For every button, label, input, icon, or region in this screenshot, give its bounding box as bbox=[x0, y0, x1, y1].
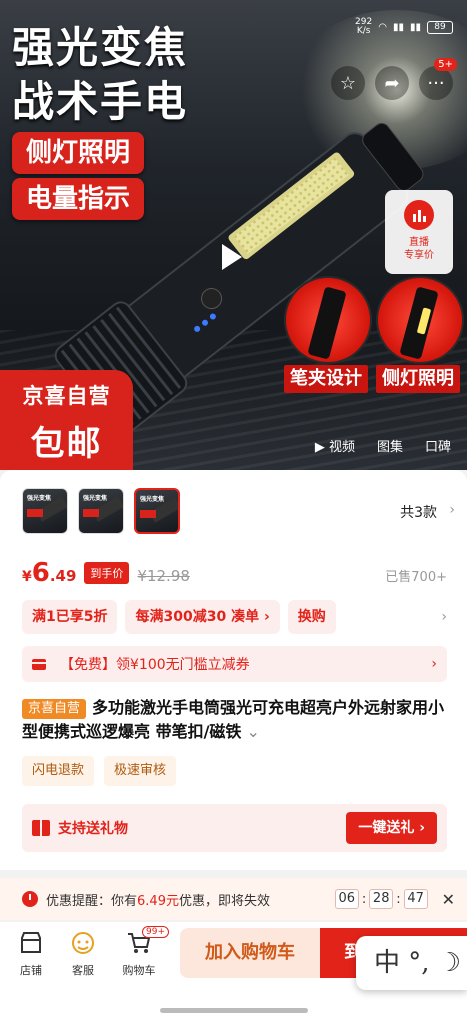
nav-store[interactable]: 店铺 bbox=[6, 930, 56, 978]
share-icon: ➦ bbox=[384, 72, 400, 94]
styles-count[interactable]: 共3款 bbox=[400, 502, 437, 522]
coupon-banner[interactable]: 【免费】领¥100无门槛立减券 › bbox=[22, 646, 447, 682]
cart-count-badge: 99+ bbox=[142, 926, 169, 938]
chevron-right-icon[interactable]: › bbox=[441, 600, 447, 634]
battery-icon: 89 bbox=[427, 20, 453, 34]
sold-count: 已售700+ bbox=[385, 570, 447, 585]
more-icon: ··· bbox=[427, 72, 445, 94]
feature-tag-battery-indicator: 电量指示 bbox=[12, 178, 145, 220]
coupon-text: 【免费】领¥100无门槛立减券 bbox=[60, 657, 250, 673]
jx-tag: 京喜自营 bbox=[22, 699, 87, 719]
promo-row: 满1已享5折 每满300减30 凑单 › 换购 › bbox=[22, 600, 447, 634]
live-price-button[interactable]: 直播 专享价 bbox=[385, 190, 453, 274]
product-info-panel: 强光变焦 强光变焦 强光变焦 共3款 › ¥6.49 到手价 ¥12.98 已售… bbox=[0, 470, 467, 870]
home-indicator[interactable] bbox=[160, 1008, 308, 1013]
detail-inset-sidelight bbox=[376, 276, 464, 364]
caption-clip: 笔夹设计 bbox=[284, 365, 368, 393]
message-badge: 5+ bbox=[434, 58, 457, 71]
variant-thumb-2[interactable]: 强光变焦 bbox=[78, 488, 124, 534]
countdown-timer: 06:28:47 bbox=[334, 889, 428, 909]
original-price: ¥12.98 bbox=[137, 567, 190, 585]
jx-self-operated-badge: 京喜自营 包邮 bbox=[0, 370, 133, 470]
chevron-right-icon: › bbox=[431, 656, 437, 672]
product-image-gallery[interactable]: 强光变焦 战术手电 侧灯照明 电量指示 292 K/s ◠ ▮▮ ▮▮ 89 ☆… bbox=[0, 0, 467, 470]
tab-video[interactable]: ▶ 视频 bbox=[315, 436, 355, 455]
expand-chevron-icon[interactable]: ⌄ bbox=[241, 722, 260, 741]
coupon-icon bbox=[32, 658, 46, 670]
live-label: 直播 bbox=[409, 237, 429, 248]
discount-reminder: 优惠提醒：你有 6.49元 优惠，即将失效 06:28:47 ✕ bbox=[0, 878, 467, 920]
media-tabs: ▶ 视频 图集 口碑 bbox=[315, 436, 451, 455]
chevron-right-icon: › bbox=[449, 502, 455, 518]
clock-icon bbox=[22, 891, 38, 907]
live-price-label: 专享价 bbox=[404, 250, 434, 261]
reminder-amount: 6.49元 bbox=[137, 893, 179, 909]
detail-inset-clip bbox=[284, 276, 372, 364]
ime-floating-keyboard[interactable]: 中 °, ☽ bbox=[356, 936, 467, 990]
promo-exchange[interactable]: 换购 bbox=[287, 600, 336, 634]
service-fast-review: 极速审核 bbox=[104, 756, 177, 786]
close-icon[interactable]: ✕ bbox=[442, 890, 455, 909]
live-chart-icon bbox=[404, 200, 434, 230]
price-row: ¥6.49 到手价 ¥12.98 已售700+ bbox=[22, 558, 447, 588]
variant-thumbnails: 强光变焦 强光变焦 强光变焦 bbox=[22, 488, 180, 534]
tab-gallery[interactable]: 图集 bbox=[377, 436, 403, 455]
service-tags: 闪电退款 极速审核 bbox=[22, 756, 177, 786]
customer-service-icon bbox=[58, 930, 108, 956]
variant-thumb-3[interactable]: 强光变焦 bbox=[134, 488, 180, 534]
add-to-cart-button[interactable]: 加入购物车 bbox=[180, 928, 320, 978]
star-icon: ☆ bbox=[339, 72, 357, 94]
gift-banner: 支持送礼物 一键送礼 › bbox=[22, 804, 447, 852]
hero-title-line1: 强光变焦 bbox=[12, 23, 189, 72]
share-button[interactable]: ➦ bbox=[375, 66, 409, 100]
nav-cart[interactable]: 99+ 购物车 bbox=[114, 926, 169, 978]
favorite-button[interactable]: ☆ bbox=[331, 66, 365, 100]
feature-tag-side-light: 侧灯照明 bbox=[12, 132, 145, 174]
signal-icon: ▮▮ bbox=[392, 21, 404, 33]
caption-side-light: 侧灯照明 bbox=[376, 365, 460, 393]
wifi-icon: ◠ bbox=[378, 21, 387, 33]
tab-reviews[interactable]: 口碑 bbox=[425, 436, 451, 455]
promo-full-reduction[interactable]: 每满300减30 凑单 › bbox=[125, 600, 280, 634]
more-button[interactable]: ··· 5+ bbox=[419, 58, 457, 100]
gift-icon bbox=[32, 820, 50, 836]
network-speed: 292 K/s bbox=[355, 17, 373, 36]
service-fast-refund: 闪电退款 bbox=[22, 756, 95, 786]
hero-title-line2: 战术手电 bbox=[12, 77, 189, 126]
final-price-tag: 到手价 bbox=[84, 562, 130, 584]
signal-icon-2: ▮▮ bbox=[409, 21, 421, 33]
send-gift-button[interactable]: 一键送礼 › bbox=[346, 812, 437, 844]
top-actions: ☆ ➦ ··· 5+ bbox=[331, 58, 457, 100]
cart-icon: 99+ bbox=[114, 926, 169, 956]
nav-customer-service[interactable]: 客服 bbox=[58, 930, 108, 978]
bottom-action-bar: 店铺 客服 99+ 购物车 加入购物车 到 中 °, ☽ bbox=[0, 922, 467, 1027]
product-title: 京喜自营 多功能激光手电筒强光可充电超亮户外远射家用小型便携式巡逻爆亮 带笔扣/磁… bbox=[22, 698, 445, 741]
variant-thumb-1[interactable]: 强光变焦 bbox=[22, 488, 68, 534]
store-icon bbox=[6, 930, 56, 956]
promo-discount[interactable]: 满1已享5折 bbox=[22, 600, 118, 634]
gift-text: 支持送礼物 bbox=[58, 821, 128, 837]
current-price: ¥6.49 bbox=[22, 558, 77, 588]
status-bar: 292 K/s ◠ ▮▮ ▮▮ 89 bbox=[355, 18, 453, 36]
play-video-icon[interactable] bbox=[222, 244, 242, 270]
